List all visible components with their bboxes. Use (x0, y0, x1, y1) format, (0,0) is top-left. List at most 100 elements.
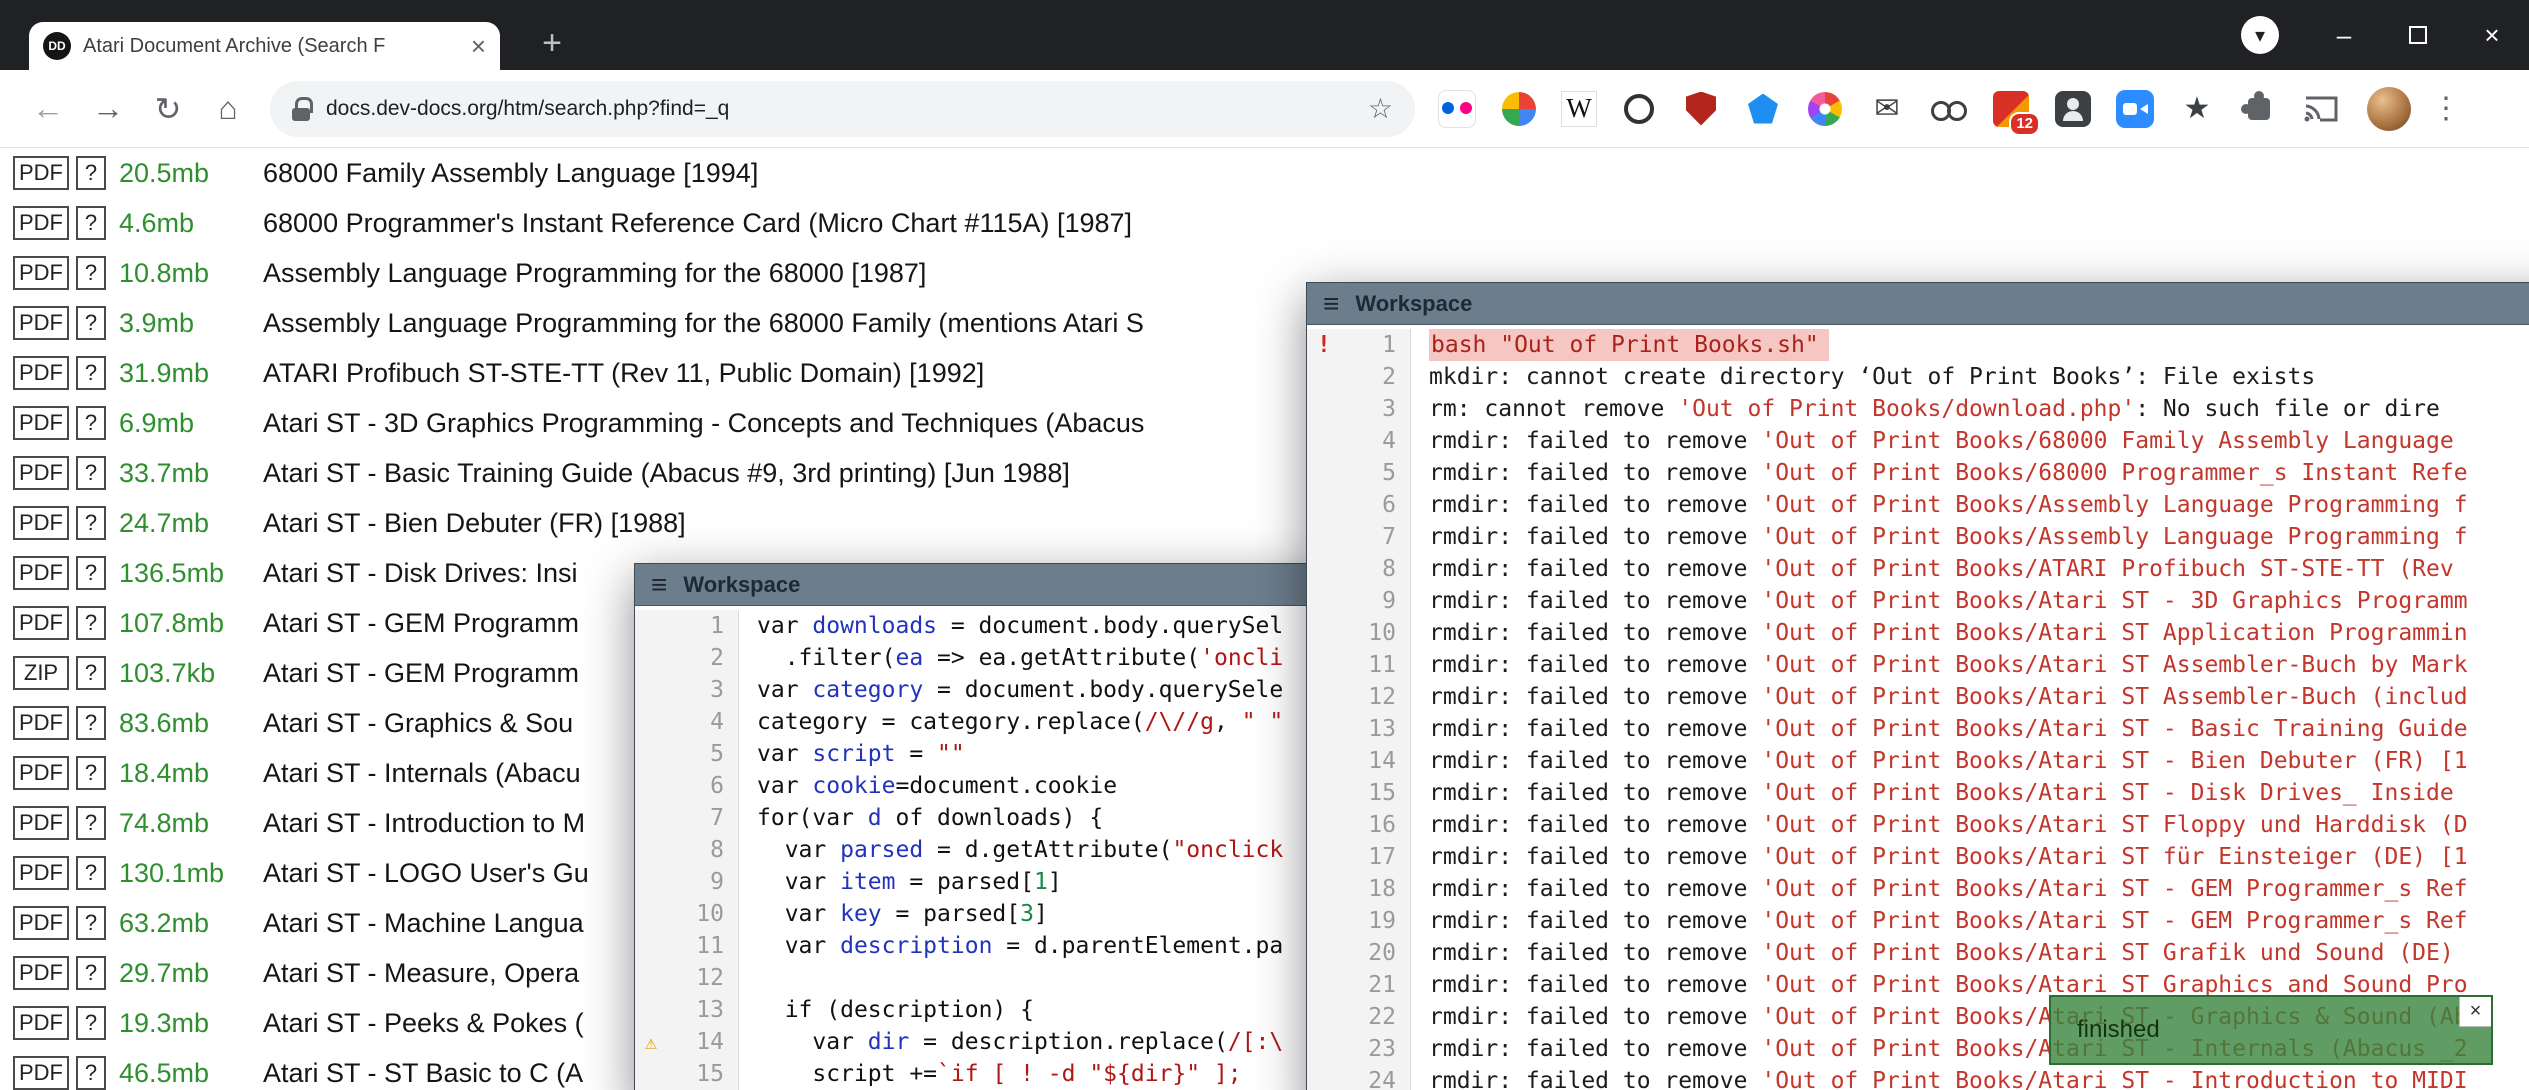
glasses-icon[interactable] (1929, 89, 1969, 129)
code-text[interactable] (739, 962, 1333, 994)
portrait-icon[interactable] (2053, 89, 2093, 129)
file-info-badge[interactable]: ? (76, 256, 106, 290)
code-text[interactable]: .filter(ea => ea.getAttribute('oncli (739, 642, 1333, 674)
file-info-badge[interactable]: ? (76, 606, 106, 640)
file-title[interactable]: Atari ST - 3D Graphics Programming - Con… (263, 408, 1144, 439)
file-title[interactable]: ATARI Profibuch ST-STE-TT (Rev 11, Publi… (263, 358, 984, 389)
forward-button[interactable]: → (78, 90, 138, 127)
file-title[interactable]: Atari ST - Machine Langua (263, 908, 584, 939)
workspace-titlebar[interactable]: ≡ Workspace (635, 564, 1333, 606)
file-type-badge[interactable]: PDF (13, 406, 69, 440)
file-type-badge[interactable]: PDF (13, 556, 69, 590)
file-info-badge[interactable]: ? (76, 956, 106, 990)
blue-gem-icon[interactable] (1743, 89, 1783, 129)
file-info-badge[interactable]: ? (76, 1006, 106, 1040)
file-info-badge[interactable]: ? (76, 506, 106, 540)
file-title[interactable]: 68000 Programmer's Instant Reference Car… (263, 208, 1132, 239)
file-type-badge[interactable]: PDF (13, 256, 69, 290)
file-title[interactable]: Atari ST - Introduction to M (263, 808, 585, 839)
file-title[interactable]: Atari ST - Bien Debuter (FR) [1988] (263, 508, 686, 539)
lock-icon[interactable] (292, 97, 310, 121)
maximize-button[interactable] (2381, 0, 2455, 70)
file-row[interactable]: PDF?4.6mb68000 Programmer's Instant Refe… (0, 198, 2529, 248)
file-info-badge[interactable]: ? (76, 706, 106, 740)
file-type-badge[interactable]: PDF (13, 306, 69, 340)
file-type-badge[interactable]: PDF (13, 156, 69, 190)
file-type-badge[interactable]: PDF (13, 1006, 69, 1040)
file-info-badge[interactable]: ? (76, 556, 106, 590)
code-text[interactable]: var key = parsed[3] (739, 898, 1333, 930)
toast-close-button[interactable]: × (2459, 997, 2491, 1027)
workspace-titlebar[interactable]: ≡ Workspace (1307, 283, 2529, 325)
file-type-badge[interactable]: PDF (13, 1056, 69, 1090)
mail-badge-icon[interactable]: 12 (1991, 89, 2031, 129)
code-text[interactable]: script +=`if [ ! -d "${dir}" ]; (739, 1058, 1333, 1090)
color-pinwheel-icon[interactable] (1499, 89, 1539, 129)
file-info-badge[interactable]: ? (76, 356, 106, 390)
file-info-badge[interactable]: ? (76, 306, 106, 340)
browser-menu-button[interactable]: ⋮ (2431, 91, 2461, 126)
file-title[interactable]: Atari ST - LOGO User's Gu (263, 858, 589, 889)
file-info-badge[interactable]: ? (76, 456, 106, 490)
code-text[interactable]: if (description) { (739, 994, 1333, 1026)
code-text[interactable]: var item = parsed[1] (739, 866, 1333, 898)
file-type-badge[interactable]: PDF (13, 806, 69, 840)
code-text[interactable]: category = category.replace(/\//g, " " (739, 706, 1333, 738)
file-title[interactable]: 68000 Family Assembly Language [1994] (263, 158, 758, 189)
tab-close-icon[interactable]: × (471, 31, 486, 62)
file-type-badge[interactable]: PDF (13, 756, 69, 790)
envelope-icon[interactable]: ✉ (1867, 89, 1907, 129)
code-text[interactable]: var category = document.body.querySele (739, 674, 1333, 706)
address-bar[interactable]: docs.dev-docs.org/htm/search.php?find=_q… (270, 81, 1415, 137)
file-title[interactable]: Atari ST - Measure, Opera (263, 958, 579, 989)
file-type-badge[interactable]: PDF (13, 456, 69, 490)
dark-ring-icon[interactable] (1619, 89, 1659, 129)
code-text[interactable]: var parsed = d.getAttribute("onclick (739, 834, 1333, 866)
file-row[interactable]: PDF?20.5mb68000 Family Assembly Language… (0, 148, 2529, 198)
file-title[interactable]: Atari ST - Internals (Abacu (263, 758, 581, 789)
file-title[interactable]: Atari ST - Peeks & Pokes ( (263, 1008, 584, 1039)
back-button[interactable]: ← (18, 90, 78, 127)
file-title[interactable]: Atari ST - ST Basic to C (A (263, 1058, 583, 1089)
profile-avatar[interactable] (2367, 87, 2411, 131)
colorful-star-icon[interactable] (1805, 89, 1845, 129)
file-type-badge[interactable]: PDF (13, 956, 69, 990)
video-camera-icon[interactable] (2115, 89, 2155, 129)
file-info-badge[interactable]: ? (76, 206, 106, 240)
file-title[interactable]: Atari ST - Disk Drives: Insi (263, 558, 578, 589)
file-title[interactable]: Atari ST - GEM Programm (263, 658, 579, 689)
code-text[interactable]: for(var d of downloads) { (739, 802, 1333, 834)
file-title[interactable]: Assembly Language Programming for the 68… (263, 308, 1144, 339)
cast-icon[interactable] (2301, 89, 2341, 129)
code-text[interactable]: var downloads = document.body.querySel (739, 610, 1333, 642)
file-type-badge[interactable]: PDF (13, 206, 69, 240)
code-text[interactable]: var dir = description.replace(/[:\ (739, 1026, 1333, 1058)
file-info-badge[interactable]: ? (76, 856, 106, 890)
file-title[interactable]: Assembly Language Programming for the 68… (263, 258, 926, 289)
file-info-badge[interactable]: ? (76, 1056, 106, 1090)
home-button[interactable]: ⌂ (198, 90, 258, 127)
file-title[interactable]: Atari ST - Basic Training Guide (Abacus … (263, 458, 1070, 489)
file-info-badge[interactable]: ? (76, 406, 106, 440)
dark-star-icon[interactable]: ★ (2177, 89, 2217, 129)
hamburger-menu-icon[interactable]: ≡ (651, 569, 667, 601)
file-info-badge[interactable]: ? (76, 806, 106, 840)
chevron-down-icon[interactable]: ▾ (2241, 16, 2279, 54)
file-type-badge[interactable]: PDF (13, 856, 69, 890)
file-type-badge[interactable]: PDF (13, 906, 69, 940)
code-text[interactable]: var script = "" (739, 738, 1333, 770)
file-info-badge[interactable]: ? (76, 656, 106, 690)
file-info-badge[interactable]: ? (76, 906, 106, 940)
reload-button[interactable]: ↻ (138, 90, 198, 128)
file-type-badge[interactable]: PDF (13, 356, 69, 390)
hamburger-menu-icon[interactable]: ≡ (1323, 288, 1339, 320)
new-tab-button[interactable]: + (532, 24, 572, 64)
file-type-badge[interactable]: PDF (13, 606, 69, 640)
flickr-icon[interactable] (1437, 89, 1477, 129)
file-type-badge[interactable]: ZIP (13, 656, 69, 690)
extensions-puzzle-icon[interactable] (2239, 89, 2279, 129)
code-text[interactable]: var cookie=document.cookie (739, 770, 1333, 802)
file-type-badge[interactable]: PDF (13, 506, 69, 540)
code-editor[interactable]: 1var downloads = document.body.querySel2… (635, 606, 1333, 1090)
url-text[interactable]: docs.dev-docs.org/htm/search.php?find=_q (326, 97, 1368, 121)
